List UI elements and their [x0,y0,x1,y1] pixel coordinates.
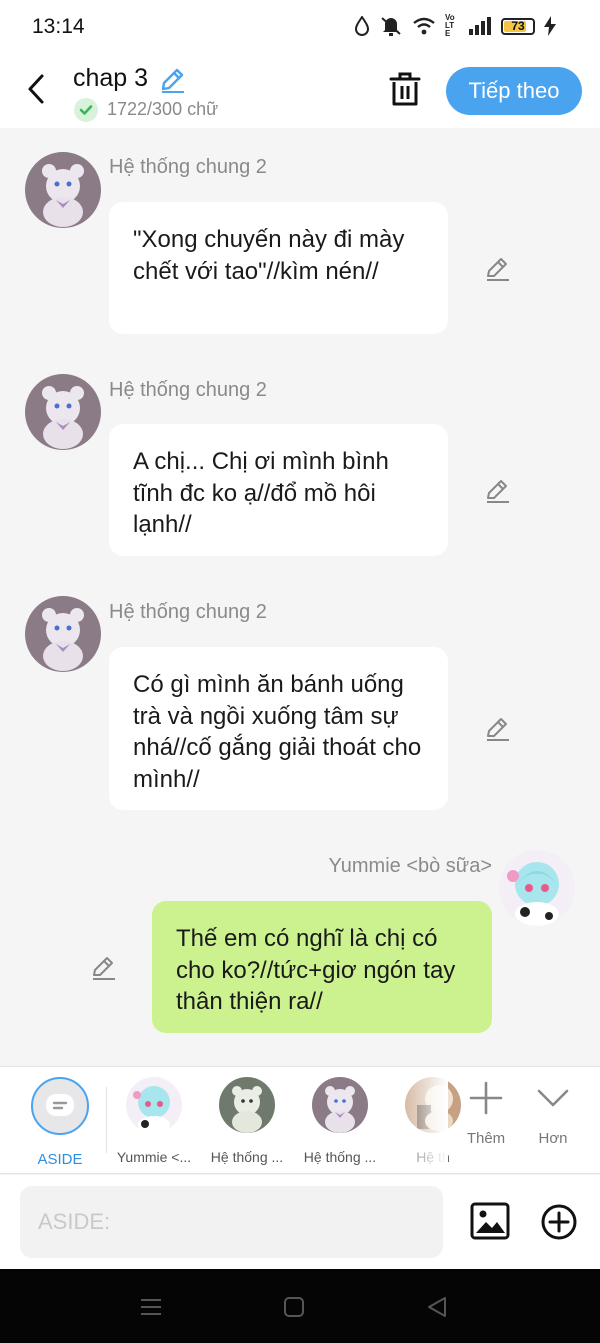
home-icon[interactable] [281,1294,307,1320]
chevron-down-icon [537,1089,569,1107]
battery-icon: 73 [501,17,535,35]
avatar [126,1077,182,1133]
charging-icon [544,16,556,36]
message-bubble[interactable]: A chị... Chị ơi mình bình tĩnh đc ko ạ//… [109,424,448,556]
signal-icon [469,17,491,35]
message-bubble[interactable]: "Xong chuyến này đi mày chết với tao"//k… [109,202,448,334]
character-bar: ASIDE Yummie <... Hệ thống ... Hệ thống … [0,1066,600,1174]
aside-button[interactable]: ASIDE [14,1077,106,1168]
aside-label: ASIDE [37,1151,83,1168]
word-count: 1722/300 chữ [107,99,219,119]
add-character-button[interactable]: Thêm [456,1081,516,1147]
status-time: 13:14 [32,15,85,38]
plus-icon [469,1081,503,1115]
edit-message-icon[interactable] [483,477,511,505]
image-icon[interactable] [470,1201,510,1241]
add-label: Thêm [466,1130,506,1147]
message-input[interactable] [20,1186,443,1258]
status-bar: 13:14 VoLTE 73 [0,0,600,54]
scroll-fade [388,1067,448,1173]
avatar[interactable] [25,152,101,228]
navigation-bar [0,1269,600,1343]
avatar[interactable] [25,596,101,672]
edit-title-icon[interactable] [158,66,186,94]
volte-icon: VoLTE [445,13,455,38]
header: chap 3 1722/300 chữ Tiếp theo [0,54,600,128]
alarm-icon [354,16,370,36]
check-icon [74,98,98,122]
edit-message-icon[interactable] [483,715,511,743]
character-label: Hệ thống ... [210,1149,284,1165]
trash-icon[interactable] [388,70,422,108]
character-item[interactable]: Hệ thống ... [294,1077,386,1165]
status-icons: VoLTE 73 [354,14,556,38]
message-bubble[interactable]: Có gì mình ăn bánh uống trà và ngồi xuốn… [109,647,448,810]
edit-message-icon[interactable] [483,255,511,283]
character-label: Yummie <... [116,1149,192,1165]
chapter-title: chap 3 [73,64,149,92]
menu-icon[interactable] [138,1294,164,1320]
divider [106,1087,107,1153]
character-item[interactable]: Hệ thống ... [201,1077,293,1165]
sender-name: Hệ thống chung 2 [109,601,267,623]
battery-level: 73 [511,18,525,33]
back-nav-icon[interactable] [424,1294,450,1320]
next-button[interactable]: Tiếp theo [446,67,582,115]
vibrate-off-icon [381,17,401,36]
add-circle-icon[interactable] [541,1204,577,1240]
sender-name: Hệ thống chung 2 [109,379,267,401]
back-icon[interactable] [22,72,52,106]
more-label: Hơn [538,1130,568,1147]
character-item[interactable]: Yummie <... [108,1077,200,1165]
sender-name: Yummie <bò sữa> [328,855,492,877]
character-label: Hệ thống ... [303,1149,377,1165]
avatar[interactable] [25,374,101,450]
avatar[interactable] [499,850,575,926]
chat-bubble-icon [31,1077,89,1135]
more-button[interactable]: Hơn [523,1081,583,1147]
sender-name: Hệ thống chung 2 [109,156,267,178]
input-area [0,1175,600,1269]
avatar [312,1077,368,1133]
avatar [219,1077,275,1133]
wifi-icon [413,17,435,35]
edit-message-icon[interactable] [89,954,117,982]
message-bubble[interactable]: Thế em có nghĩ là chị có cho ko?//tức+gi… [152,901,492,1033]
